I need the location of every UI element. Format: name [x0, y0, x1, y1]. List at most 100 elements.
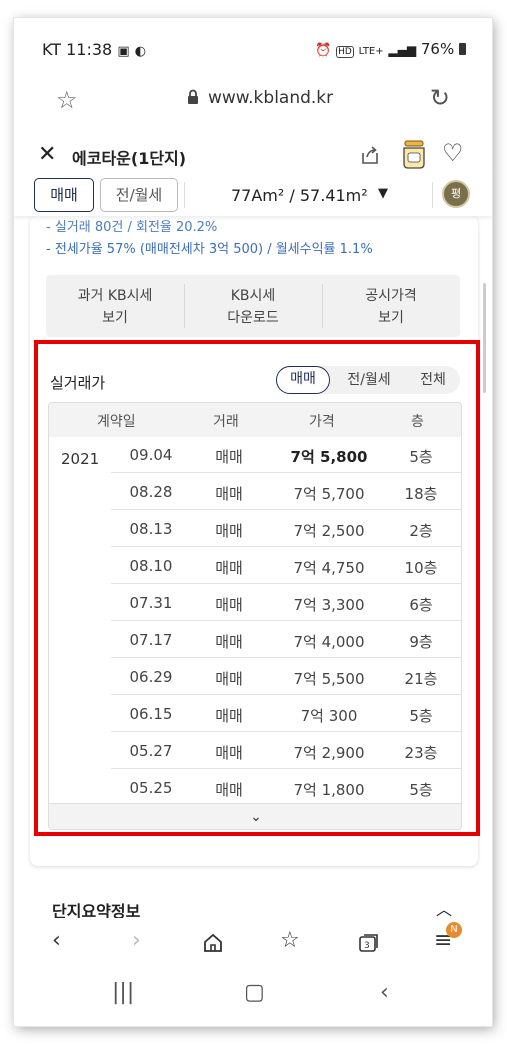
- divider: [184, 182, 185, 208]
- transaction-date: 07.31: [129, 594, 173, 612]
- row-divider: [111, 546, 461, 547]
- transaction-type: 매매: [215, 559, 243, 577]
- transaction-floor: 6층: [409, 596, 433, 614]
- table-row[interactable]: 05.25 매매 7억 1,800 5층: [49, 770, 461, 806]
- tab-sale[interactable]: 매매: [34, 178, 94, 212]
- notification-badge: N: [446, 922, 462, 938]
- public-price-button[interactable]: 공시가격 보기: [322, 285, 460, 329]
- table-row[interactable]: 08.13 매매 7억 2,500 2층: [49, 511, 461, 547]
- table-row[interactable]: 07.31 매매 7억 3,300 6층: [49, 585, 461, 621]
- hd-icon: HD: [336, 46, 354, 58]
- transaction-floor: 2층: [409, 522, 433, 540]
- row-divider: [111, 768, 461, 769]
- row-divider: [111, 509, 461, 510]
- transaction-section: 실거래가 매매 전/월세 전체 계약일 거래 가격 층 2021 09.04 매매…: [34, 340, 480, 836]
- table-row[interactable]: 07.17 매매 7억 4,000 9층: [49, 622, 461, 658]
- reload-icon[interactable]: ↻: [430, 84, 450, 112]
- transaction-price: 7억 2,900: [293, 744, 365, 762]
- transaction-date: 08.13: [129, 520, 173, 538]
- dropdown-arrow-icon[interactable]: ▼: [378, 186, 388, 201]
- alarm-icon: ⏰: [315, 43, 332, 58]
- button-line: 공시가격: [365, 288, 417, 304]
- transaction-price: 7억 2,500: [293, 522, 365, 540]
- transaction-date: 06.15: [129, 705, 173, 723]
- url-text[interactable]: www.kbland.kr: [208, 88, 333, 108]
- table-row[interactable]: 08.28 매매 7억 5,700 18층: [49, 474, 461, 510]
- transaction-type: 매매: [215, 781, 243, 799]
- tab-rent[interactable]: 전/월세: [100, 178, 178, 212]
- battery-percent: 76%: [420, 40, 455, 58]
- row-divider: [111, 620, 461, 621]
- kb-price-download-button[interactable]: KB시세 다운로드: [184, 285, 322, 329]
- unit-toggle-button[interactable]: 평: [442, 180, 470, 208]
- honey-jar-icon[interactable]: [401, 140, 427, 170]
- transaction-floor: 10층: [404, 559, 438, 577]
- home-button-icon[interactable]: ▢: [244, 980, 265, 1005]
- transaction-date: 05.27: [129, 742, 173, 760]
- home-icon[interactable]: [202, 932, 224, 954]
- button-line: 보기: [102, 310, 128, 326]
- transaction-type: 매매: [215, 633, 243, 651]
- table-header: 계약일 거래 가격 층: [49, 403, 461, 437]
- section-title: 실거래가: [50, 374, 106, 392]
- transaction-floor: 5층: [409, 707, 433, 725]
- forward-icon[interactable]: ›: [132, 928, 141, 953]
- col-floor: 층: [411, 414, 424, 430]
- past-kb-price-button[interactable]: 과거 KB시세 보기: [46, 285, 184, 329]
- svg-text:3: 3: [364, 941, 370, 951]
- transaction-type: 매매: [215, 522, 243, 540]
- table-row[interactable]: 06.29 매매 7억 5,500 21층: [49, 659, 461, 695]
- share-icon[interactable]: [358, 143, 382, 167]
- status-left: KT 11:38 ▣ ◐: [42, 40, 146, 59]
- transaction-price: 7억 4,750: [293, 559, 365, 577]
- filter-sale[interactable]: 매매: [276, 366, 330, 394]
- transaction-date: 08.10: [129, 557, 173, 575]
- row-divider: [111, 694, 461, 695]
- tabs-icon[interactable]: 3: [357, 932, 381, 954]
- heart-icon[interactable]: ♡: [442, 139, 464, 167]
- table-row[interactable]: 09.04 매매 7억 5,800 5층: [49, 437, 461, 473]
- back-icon[interactable]: ‹: [52, 928, 61, 953]
- transaction-floor: 5층: [409, 781, 433, 799]
- bookmarks-icon[interactable]: ☆: [280, 928, 300, 953]
- page-title: 에코타운(1단지): [72, 149, 187, 168]
- transaction-price: 7억 5,500: [293, 670, 365, 688]
- status-bar: KT 11:38 ▣ ◐ ⏰ HD LTE+ ▂▄▆ 76%: [14, 18, 492, 80]
- table-row[interactable]: 05.27 매매 7억 2,900 23층: [49, 733, 461, 769]
- transaction-price: 7억 4,000: [293, 633, 365, 651]
- transaction-date: 05.25: [129, 779, 173, 797]
- transaction-table: 계약일 거래 가격 층 2021 09.04 매매 7억 5,800 5층 08.28 매…: [48, 402, 462, 830]
- table-row[interactable]: 06.15 매매 7억 300 5층: [49, 696, 461, 732]
- chevron-up-icon[interactable]: ︿: [436, 896, 452, 920]
- scrollbar[interactable]: [483, 283, 486, 393]
- status-right: ⏰ HD LTE+ ▂▄▆ 76%: [315, 40, 466, 58]
- transaction-date: 09.04: [129, 446, 173, 464]
- area-selector[interactable]: 77Am² / 57.41m²: [231, 186, 368, 205]
- bookmark-star-icon[interactable]: ☆: [56, 86, 78, 114]
- col-type: 거래: [213, 414, 239, 430]
- transaction-floor: 23층: [404, 744, 438, 762]
- table-row[interactable]: 08.10 매매 7억 4,750 10층: [49, 548, 461, 584]
- transaction-type: 매매: [215, 670, 243, 688]
- image-icon: ▣: [117, 44, 130, 59]
- filter-rent[interactable]: 전/월세: [334, 366, 404, 394]
- system-nav-bar: ||| ▢ ‹: [14, 968, 492, 1026]
- filter-all[interactable]: 전체: [406, 366, 460, 394]
- button-line: 과거 KB시세: [77, 288, 153, 304]
- transaction-date: 07.17: [129, 631, 173, 649]
- transaction-floor: 21층: [404, 670, 438, 688]
- transaction-type: 매매: [215, 707, 243, 725]
- transaction-floor: 18층: [404, 485, 438, 503]
- button-line: KB시세: [230, 288, 276, 304]
- action-button-row: 과거 KB시세 보기 KB시세 다운로드 공시가격 보기: [46, 275, 460, 337]
- transaction-date: 08.28: [129, 483, 173, 501]
- expand-button[interactable]: ⌄: [49, 803, 461, 829]
- system-back-icon[interactable]: ‹: [380, 980, 389, 1005]
- row-divider: [111, 472, 461, 473]
- jeonse-ratio-info: - 전세가율 57% (매매전세차 3억 500) / 월세수익률 1.1%: [46, 242, 373, 257]
- transaction-type: 매매: [215, 596, 243, 614]
- moon-icon: ◐: [134, 44, 147, 59]
- type-area-bar: 매매 전/월세 77Am² / 57.41m² ▼ 평: [14, 174, 492, 216]
- recents-icon[interactable]: |||: [112, 980, 134, 1005]
- close-icon[interactable]: ✕: [38, 142, 56, 167]
